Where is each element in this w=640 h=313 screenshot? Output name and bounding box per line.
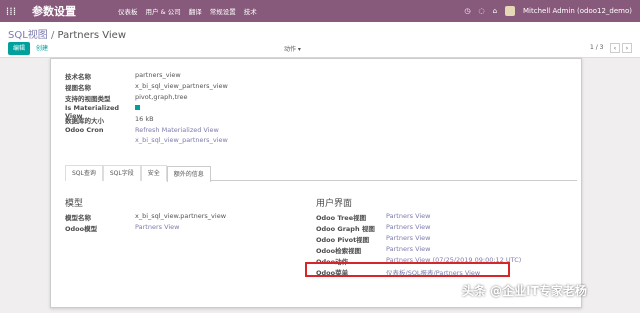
edit-button[interactable]: 编辑 [8, 42, 31, 55]
notebook-tabs: SQL查询 SQL字段 安全 额外的信息 [65, 165, 577, 182]
field-row-db-size: 数据库的大小 16 kB [65, 115, 154, 125]
field-label: Odoo检索视图 [316, 247, 362, 255]
pager-value: 1 / 3 [590, 44, 604, 51]
tab-security[interactable]: 安全 [140, 165, 167, 181]
field-label: 技术名称 [65, 73, 91, 81]
materialized-checkbox[interactable] [135, 105, 140, 110]
breadcrumb-current: Partners View [57, 30, 127, 41]
main-menu: 仪表板 用户 & 公司 翻译 常规设置 技术 [106, 6, 257, 16]
field-row-pivot-view: Odoo Pivot视图 Partners View [316, 234, 431, 244]
field-value: pivot,graph,tree [135, 93, 188, 101]
top-navbar: ⁞⁞⁞ 参数设置 仪表板 用户 & 公司 翻译 常规设置 技术 ◷ ◌ ⌂ Mi… [0, 0, 640, 22]
user-menu[interactable]: Mitchell Admin (odoo12_demo) [523, 7, 632, 15]
field-label: 视图名称 [65, 84, 91, 92]
graph-view-link[interactable]: Partners View [386, 223, 431, 233]
field-row-tree-view: Odoo Tree视图 Partners View [316, 212, 431, 222]
control-panel: SQL视图 / Partners View 编辑 创建 动作 ▾ 1 / 3 ‹… [0, 22, 640, 58]
watermark: 头条 @企业IT专家老杨 [462, 284, 587, 298]
field-row-model-name: 模型名称 x_bi_sql_view.partners_view [65, 212, 226, 222]
systray: ◷ ◌ ⌂ Mitchell Admin (odoo12_demo) [464, 6, 640, 16]
odoo-model-link[interactable]: Partners View [135, 223, 180, 233]
menu-item-general-settings[interactable]: 常规设置 [210, 6, 236, 16]
field-row-view-name: 视图名称 x_bi_sql_view_partners_view [65, 82, 228, 92]
field-value: x_bi_sql_view.partners_view [135, 212, 227, 220]
field-value: x_bi_sql_view_partners_view [135, 82, 228, 90]
menu-item-dashboard[interactable]: 仪表板 [118, 6, 138, 16]
tab-sql-fields[interactable]: SQL字段 [102, 165, 141, 181]
field-label: Odoo Graph 视图 [316, 225, 375, 233]
field-row-search-view: Odoo检索视图 Partners View [316, 245, 431, 255]
field-row-odoo-model: Odoo模型 Partners View [65, 223, 180, 233]
field-label: 数据库的大小 [65, 117, 104, 125]
field-row-cron: Odoo Cron Refresh Materialized View [65, 126, 219, 134]
activity-clock-icon[interactable]: ◷ [464, 7, 470, 15]
cron-link-2[interactable]: x_bi_sql_view_partners_view [135, 136, 228, 144]
field-row-graph-view: Odoo Graph 视图 Partners View [316, 223, 431, 233]
field-value: partners_view [135, 71, 181, 79]
home-icon[interactable]: ⌂ [493, 7, 497, 15]
field-label: Odoo Tree视图 [316, 214, 367, 222]
tree-view-link[interactable]: Partners View [386, 212, 431, 222]
ui-section-title: 用户界面 [316, 199, 353, 209]
field-label: 模型名称 [65, 214, 91, 222]
pager-next-button[interactable]: › [622, 43, 632, 53]
action-dropdown[interactable]: 动作 ▾ [284, 44, 301, 53]
field-label: 支持的视图类型 [65, 95, 111, 103]
field-row-view-types: 支持的视图类型 pivot,graph,tree [65, 93, 188, 103]
search-view-link[interactable]: Partners View [386, 245, 431, 255]
chat-icon[interactable]: ◌ [478, 7, 484, 15]
tab-extra-info[interactable]: 额外的信息 [166, 166, 211, 182]
breadcrumb: SQL视图 / Partners View [8, 26, 126, 41]
menu-item-users-companies[interactable]: 用户 & 公司 [146, 6, 181, 16]
breadcrumb-sql-views[interactable]: SQL视图 [8, 30, 48, 41]
pager-previous-button[interactable]: ‹ [610, 43, 620, 53]
field-label: Odoo Pivot视图 [316, 236, 370, 244]
pager-arrows: ‹ › [610, 43, 632, 53]
field-label: Odoo Cron [65, 126, 104, 134]
avatar[interactable] [505, 6, 516, 16]
model-section-title: 模型 [65, 199, 84, 209]
field-row-technical-name: 技术名称 partners_view [65, 71, 181, 81]
breadcrumb-separator: / [50, 30, 55, 41]
app-title: 参数设置 [32, 5, 76, 18]
tab-sql-query[interactable]: SQL查询 [65, 165, 103, 181]
form-sheet: 技术名称 partners_view 视图名称 x_bi_sql_view_pa… [50, 58, 582, 308]
apps-menu-icon[interactable]: ⁞⁞⁞ [0, 0, 22, 22]
menu-item-translations[interactable]: 翻译 [189, 6, 202, 16]
create-button[interactable]: 创建 [36, 42, 48, 55]
field-label: Odoo模型 [65, 225, 98, 233]
field-value: 16 kB [135, 115, 154, 123]
menu-item-technical[interactable]: 技术 [244, 6, 257, 16]
field-row-cron-2: x_bi_sql_view_partners_view [135, 136, 228, 144]
highlight-box [305, 262, 510, 277]
cron-link[interactable]: Refresh Materialized View [135, 126, 219, 134]
pivot-view-link[interactable]: Partners View [386, 234, 431, 244]
